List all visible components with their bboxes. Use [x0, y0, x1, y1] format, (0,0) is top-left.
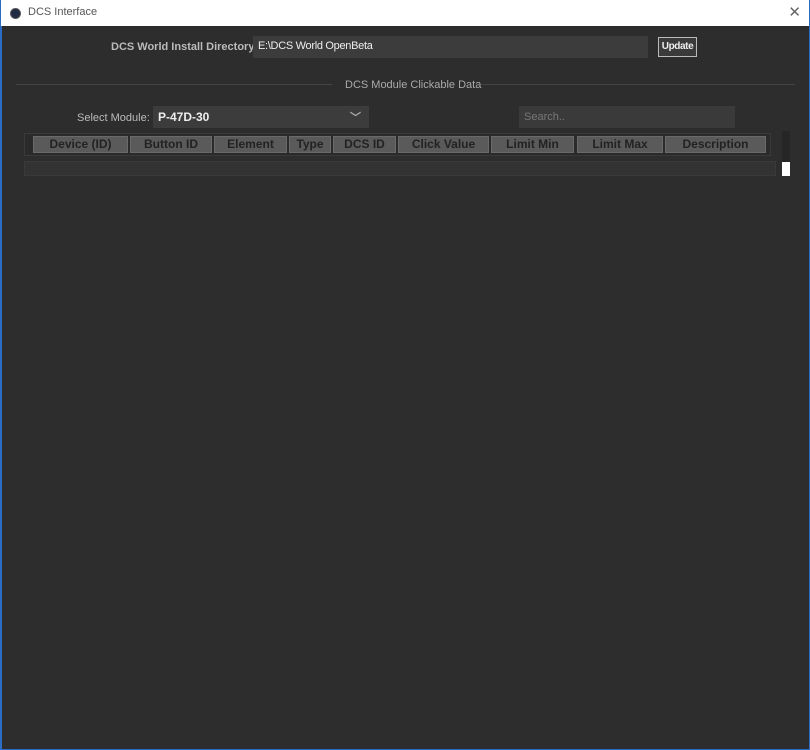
select-module-label: Select Module:: [77, 112, 150, 124]
main-panel: DCS World Install Directory: E:\DCS Worl…: [0, 26, 810, 750]
section-title: DCS Module Clickable Data: [345, 79, 482, 91]
install-directory-label: DCS World Install Directory:: [111, 41, 259, 53]
column-dcs-id[interactable]: DCS ID: [333, 136, 396, 153]
column-element[interactable]: Element: [214, 136, 287, 153]
column-type[interactable]: Type: [289, 136, 331, 153]
column-description[interactable]: Description: [665, 136, 766, 153]
install-directory-field[interactable]: E:\DCS World OpenBeta: [253, 36, 648, 58]
divider-right: [482, 84, 795, 85]
table-header: Device (ID) Button ID Element Type DCS I…: [24, 133, 771, 156]
column-device-id[interactable]: Device (ID): [33, 136, 128, 153]
divider-left: [16, 84, 332, 85]
close-icon[interactable]: ✕: [788, 3, 801, 21]
column-limit-max[interactable]: Limit Max: [577, 136, 663, 153]
search-input[interactable]: [519, 106, 735, 128]
title-bar: DCS Interface ✕: [0, 0, 810, 26]
window-title: DCS Interface: [28, 6, 98, 18]
module-dropdown[interactable]: P-47D-30 ﹀: [153, 106, 369, 128]
column-click-value[interactable]: Click Value: [398, 136, 489, 153]
update-button[interactable]: Update: [658, 37, 697, 57]
app-icon: [10, 8, 21, 19]
table-row-empty: [24, 161, 776, 176]
chevron-down-icon: ﹀: [350, 112, 361, 124]
column-button-id[interactable]: Button ID: [130, 136, 212, 153]
scrollbar-thumb[interactable]: [782, 162, 790, 176]
column-limit-min[interactable]: Limit Min: [491, 136, 574, 153]
module-value: P-47D-30: [158, 110, 210, 124]
